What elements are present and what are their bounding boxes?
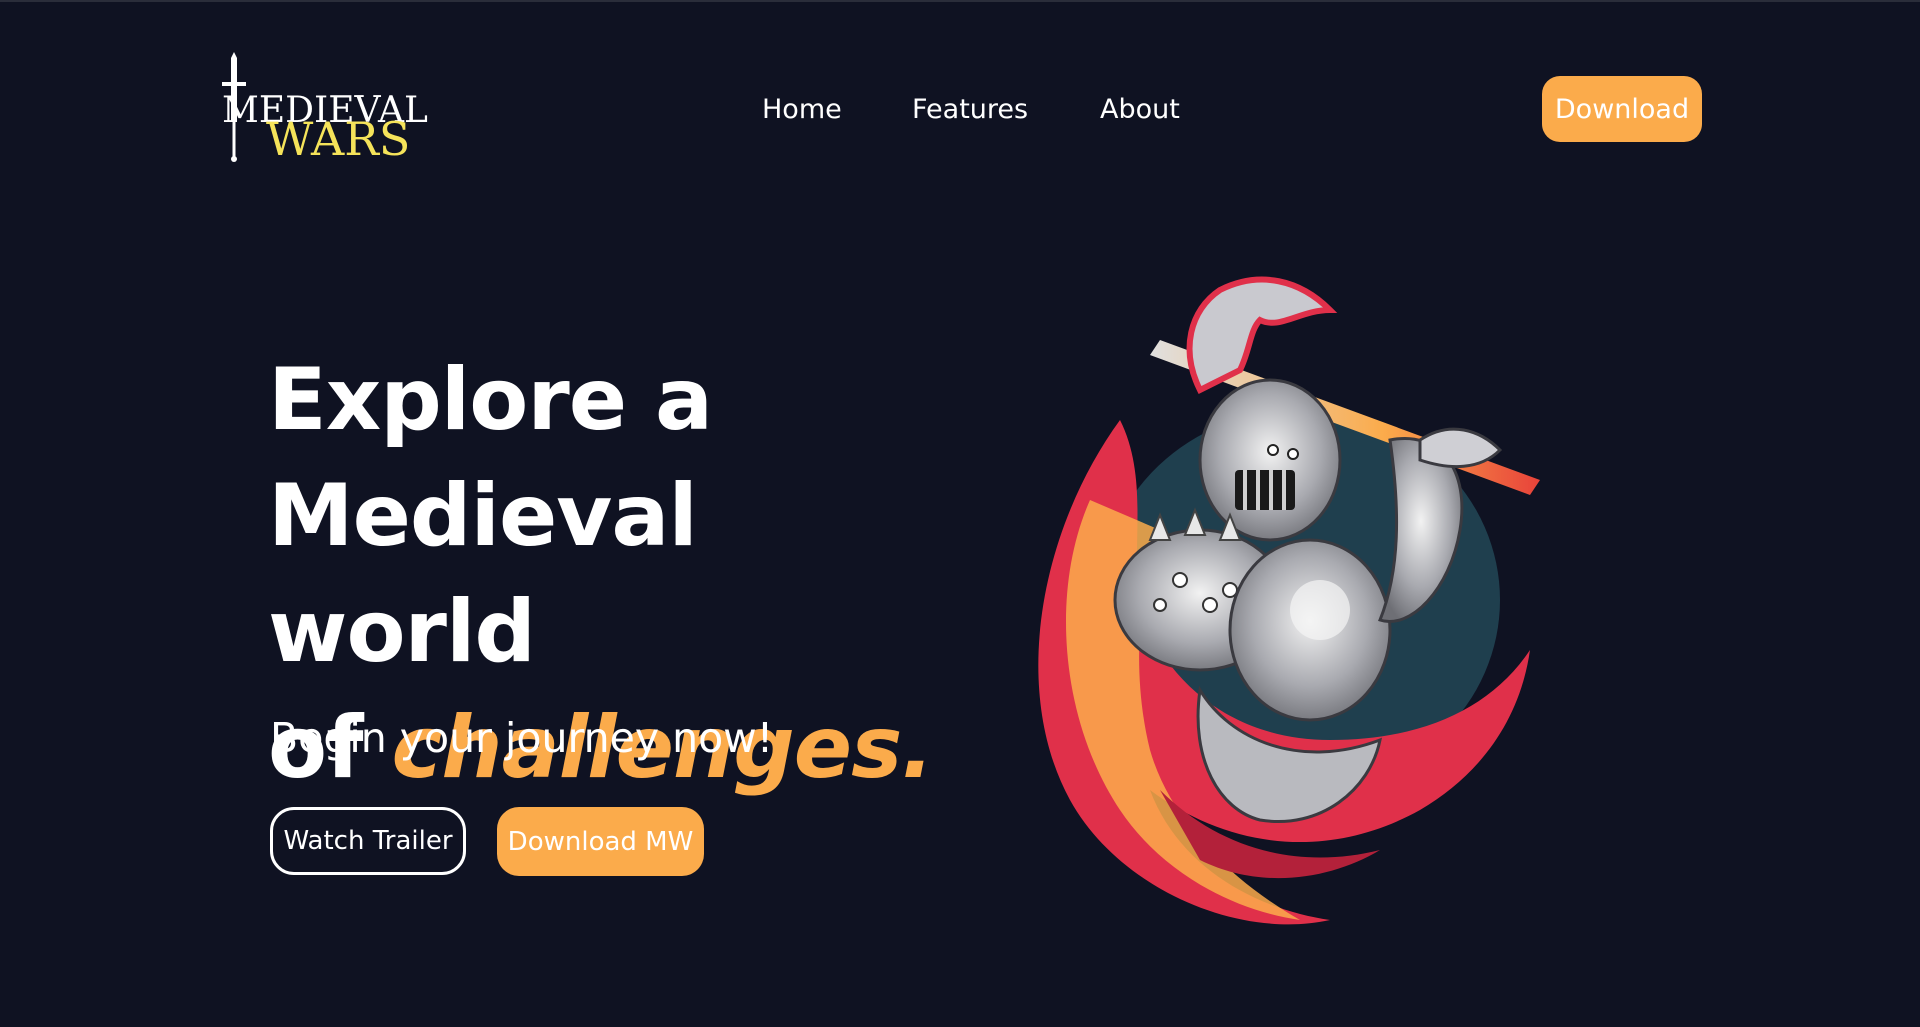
- knight-illustration: [1038, 276, 1540, 925]
- hero-title-line1: Explore a: [268, 350, 713, 450]
- nav-about[interactable]: About: [1100, 92, 1180, 128]
- hero-title-line2: Medieval world: [268, 466, 698, 682]
- nav-features[interactable]: Features: [912, 92, 1028, 128]
- top-border: [0, 0, 1920, 2]
- nav-home[interactable]: Home: [762, 92, 842, 128]
- medieval-wars-logo[interactable]: MEDIEVAL WARS: [214, 52, 428, 166]
- hero-subtitle: Begin your journey now!: [270, 714, 774, 762]
- header-download-button[interactable]: Download: [1542, 76, 1702, 142]
- watch-trailer-button[interactable]: Watch Trailer: [270, 807, 466, 875]
- logo-word-wars: WARS: [266, 112, 411, 166]
- download-mw-button[interactable]: Download MW: [497, 807, 704, 876]
